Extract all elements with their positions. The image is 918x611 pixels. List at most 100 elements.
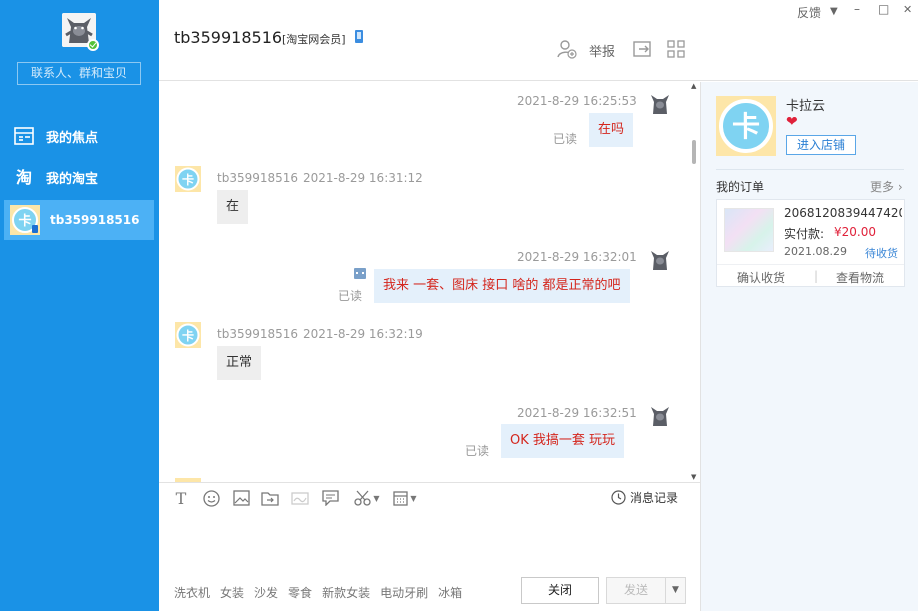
chat-title: tb359918516 xyxy=(174,28,283,47)
apps-grid-icon[interactable] xyxy=(665,38,687,60)
close-button[interactable]: 关闭 xyxy=(521,577,599,604)
message-bubble[interactable]: 在吗 xyxy=(589,113,634,147)
orders-title: 我的订单 xyxy=(716,180,765,194)
wolf-avatar-icon xyxy=(651,407,669,426)
conversation-item-active[interactable]: 卡 tb359918516 xyxy=(4,200,154,240)
nav-my-focus[interactable]: 我的焦点 xyxy=(0,116,159,156)
nav-my-taobao-label: 我的淘宝 xyxy=(46,171,99,187)
message-bubble[interactable]: 我来 一套、图床 接口 啥的 都是正常的吧 xyxy=(374,269,630,303)
message-list[interactable]: 2021-8-29 16:25:53 在吗 已读 卡 tb359918516 2… xyxy=(159,82,700,482)
quick-tag[interactable]: 冰箱 xyxy=(438,584,462,601)
comment-icon[interactable] xyxy=(320,489,340,507)
report-button[interactable]: 举报 xyxy=(589,41,615,60)
video-icon xyxy=(290,489,310,507)
svg-text:卡: 卡 xyxy=(18,213,31,229)
message-time: 2021-8-29 16:25:53 xyxy=(517,94,637,108)
conversation-name: tb359918516 xyxy=(50,213,140,227)
message-sender: tb359918516 xyxy=(217,327,299,341)
svg-text:淘: 淘 xyxy=(16,168,32,187)
message-history-label: 消息记录 xyxy=(630,491,679,505)
paid-amount: ¥20.00 xyxy=(834,225,876,239)
online-status-icon xyxy=(87,39,99,51)
quick-tags: 洗衣机 女装 沙发 零食 新款女装 电动牙刷 冰箱 xyxy=(174,584,462,601)
message-bubble[interactable]: 在 xyxy=(217,190,249,224)
app-window: 联系人、群和宝贝 我的焦点 淘 我的淘宝 卡 tb359918516 tb359… xyxy=(0,0,918,611)
quick-tag[interactable]: 新款女装 xyxy=(322,584,370,601)
maximize-button[interactable]: □ xyxy=(878,2,889,16)
shop-avatar-icon: 卡 xyxy=(175,322,201,348)
chat-header: tb359918516 [淘宝网会员] 举报 反馈 ▼ – □ ✕ xyxy=(159,0,918,81)
message-input[interactable] xyxy=(159,512,700,572)
message-time: 2021-8-29 16:32:01 xyxy=(517,250,637,264)
contact-search-input[interactable]: 联系人、群和宝贝 xyxy=(17,62,141,85)
divider: | xyxy=(814,269,819,283)
read-receipt: 已读 xyxy=(465,444,490,458)
scroll-down-icon[interactable]: ▼ xyxy=(691,473,696,481)
image-icon[interactable] xyxy=(231,489,251,507)
message-history-button[interactable]: 消息记录 xyxy=(611,489,678,506)
chevron-right-icon: › xyxy=(894,180,903,194)
mobile-icon xyxy=(355,30,363,43)
message-time: 2021-8-29 16:31:12 xyxy=(303,171,423,185)
emoji-icon[interactable] xyxy=(201,489,221,507)
wolf-avatar-icon xyxy=(651,95,669,114)
share-icon[interactable] xyxy=(632,38,654,60)
shop-logo-icon: 卡 xyxy=(716,96,776,156)
focus-icon xyxy=(14,126,34,146)
svg-text:卡: 卡 xyxy=(182,328,194,343)
clock-icon xyxy=(611,490,626,505)
paid-label: 实付款: xyxy=(784,227,825,241)
enter-shop-button[interactable]: 进入店铺 xyxy=(786,135,856,155)
svg-text:卡: 卡 xyxy=(182,172,194,187)
view-logistics-button[interactable]: 查看物流 xyxy=(836,269,884,286)
scroll-up-icon[interactable]: ▲ xyxy=(691,82,696,90)
read-receipt: 已读 xyxy=(338,289,363,303)
member-tag: [淘宝网会员] xyxy=(282,33,346,46)
message-bubble[interactable]: 正常 xyxy=(217,346,262,380)
shop-name: 卡拉云 xyxy=(786,99,826,114)
close-window-button[interactable]: ✕ xyxy=(903,3,912,16)
read-receipt: 已读 xyxy=(553,132,578,146)
minimize-button[interactable]: – xyxy=(854,2,860,16)
order-card[interactable]: 2068120839447420 实付款: ¥20.00 2021.08.29 … xyxy=(716,199,905,287)
order-status: 待收货 xyxy=(865,247,898,260)
scroll-thumb[interactable] xyxy=(692,140,696,164)
order-number: 2068120839447420 xyxy=(784,206,902,220)
shop-avatar-icon: 卡 xyxy=(10,205,40,235)
wolf-avatar-icon xyxy=(651,251,669,270)
more-orders-label: 更多 xyxy=(870,180,895,194)
sidebar: 联系人、群和宝贝 我的焦点 淘 我的淘宝 卡 tb359918516 xyxy=(0,0,159,611)
divider xyxy=(716,169,904,170)
screenshot-icon[interactable]: ▼ xyxy=(352,489,382,507)
svg-text:卡: 卡 xyxy=(732,110,760,143)
send-options-dropdown[interactable]: ▼ xyxy=(665,577,686,604)
order-actions: 确认收货 | 查看物流 xyxy=(717,264,904,286)
more-dots-icon[interactable] xyxy=(354,268,366,279)
add-contact-icon[interactable] xyxy=(556,38,578,60)
folder-icon[interactable] xyxy=(260,489,280,507)
nav-my-taobao[interactable]: 淘 我的淘宝 xyxy=(0,157,159,197)
shop-panel: 卡 卡拉云 ❤ 进入店铺 我的订单 更多 › 2068120839447420 … xyxy=(700,82,918,611)
message-sender: tb359918516 xyxy=(217,171,299,185)
nav-my-focus-label: 我的焦点 xyxy=(46,130,99,146)
more-orders-link[interactable]: 更多 › xyxy=(870,178,903,195)
quick-tag[interactable]: 零食 xyxy=(288,584,312,601)
quick-tag[interactable]: 洗衣机 xyxy=(174,584,210,601)
menu-dropdown-icon[interactable]: ▼ xyxy=(830,6,838,17)
calculator-icon[interactable]: ▼ xyxy=(390,489,420,507)
font-icon[interactable]: T xyxy=(171,489,191,508)
composer-toolbar: T ▼ ▼ 消息记录 xyxy=(159,482,700,512)
message-scrollbar[interactable]: ▲ ▼ xyxy=(691,82,700,482)
quick-tag[interactable]: 电动牙刷 xyxy=(380,584,428,601)
send-button[interactable]: 发送 xyxy=(606,577,666,604)
feedback-button[interactable]: 反馈 xyxy=(797,4,821,21)
order-date: 2021.08.29 xyxy=(784,245,847,258)
quick-tag[interactable]: 沙发 xyxy=(254,584,278,601)
message-bubble[interactable]: OK 我搞一套 玩玩 xyxy=(501,424,625,458)
taobao-icon: 淘 xyxy=(14,167,34,187)
quick-tag[interactable]: 女装 xyxy=(220,584,244,601)
message-time: 2021-8-29 16:32:51 xyxy=(517,406,637,420)
product-thumbnail[interactable] xyxy=(724,208,774,252)
confirm-receipt-button[interactable]: 确认收货 xyxy=(737,269,785,286)
shop-avatar-icon: 卡 xyxy=(175,166,201,192)
